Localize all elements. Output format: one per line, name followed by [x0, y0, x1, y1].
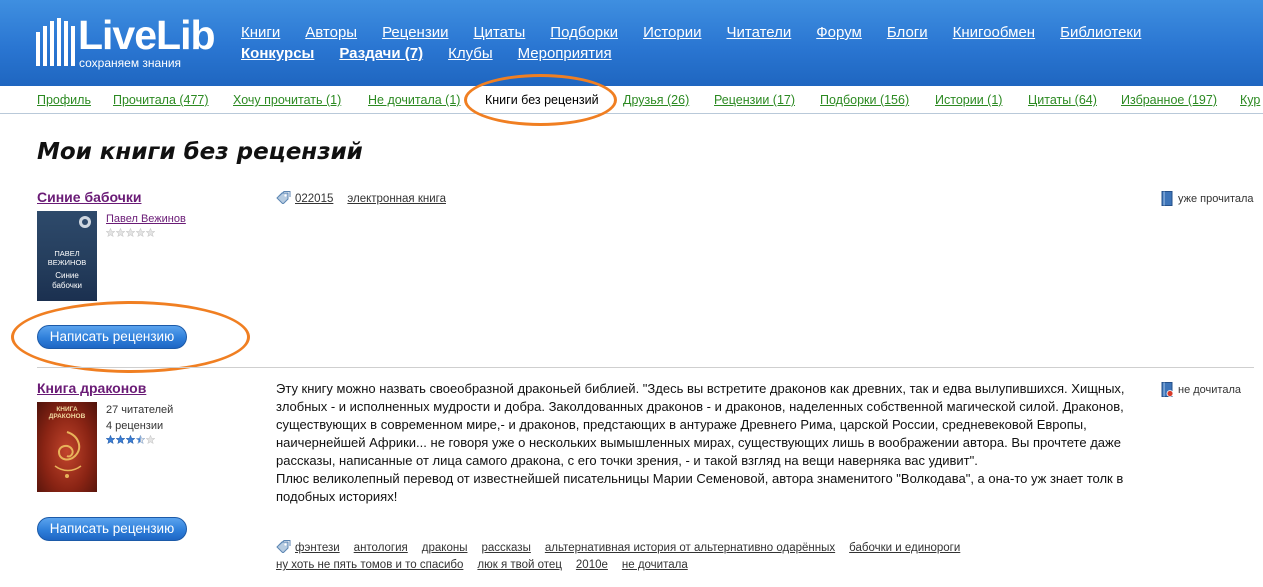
- book-status: не дочитала: [1161, 382, 1241, 397]
- star-empty-icon: [136, 228, 145, 237]
- cover-author-text: ПАВЕЛ ВЕЖИНОВ: [47, 249, 87, 267]
- book-entry: Книга драконов КНИГА ДРАКОНОВ 27 читател…: [0, 380, 1263, 585]
- tag-link[interactable]: фэнтези: [295, 542, 340, 554]
- book-not-finished-icon: [1161, 382, 1173, 397]
- book-cover[interactable]: ПАВЕЛ ВЕЖИНОВ Синие бабочки: [37, 211, 97, 301]
- book-description-paragraph: Эту книгу можно назвать своеобразной дра…: [276, 381, 1125, 468]
- tag-link[interactable]: антология: [354, 542, 408, 554]
- star-empty-icon: [116, 228, 125, 237]
- tag-link[interactable]: 022015: [295, 193, 333, 205]
- book-status-label: не дочитала: [1178, 383, 1241, 396]
- nav-quotes[interactable]: Цитаты: [473, 24, 525, 41]
- book-reviews-count: 4 рецензии: [106, 420, 164, 432]
- tags-icon: [276, 191, 291, 204]
- tag-link[interactable]: драконы: [422, 542, 468, 554]
- main-nav-row-2: Конкурсы Раздачи (7) Клубы Мероприятия: [241, 43, 1251, 64]
- book-cover[interactable]: КНИГА ДРАКОНОВ: [37, 402, 97, 492]
- rating-stars: [106, 228, 186, 237]
- livelib-logo[interactable]: LiveLib сохраняем знания: [36, 12, 216, 74]
- book-tags: 022015 электронная книга: [276, 191, 460, 208]
- subnav-profile[interactable]: Профиль: [37, 93, 91, 107]
- tag-link[interactable]: люк я твой отец: [477, 559, 562, 571]
- book-title-link[interactable]: Книга драконов: [37, 380, 146, 396]
- star-empty-icon: [146, 435, 155, 444]
- write-review-button[interactable]: Написать рецензию: [37, 325, 187, 349]
- tag-link[interactable]: ну хоть не пять томов и то спасибо: [276, 559, 463, 571]
- nav-clubs[interactable]: Клубы: [448, 45, 493, 62]
- tag-link[interactable]: электронная книга: [347, 193, 446, 205]
- nav-events[interactable]: Мероприятия: [518, 45, 612, 62]
- tag-link[interactable]: рассказы: [481, 542, 530, 554]
- star-full-icon: [116, 435, 125, 444]
- nav-giveaways[interactable]: Раздачи (7): [339, 45, 423, 62]
- subnav-favorites[interactable]: Избранное (197): [1121, 93, 1217, 107]
- subnav-not-finished[interactable]: Не дочитала (1): [368, 93, 460, 107]
- nav-libraries[interactable]: Библиотеки: [1060, 24, 1141, 41]
- tag-link[interactable]: не дочитала: [622, 559, 688, 571]
- publisher-badge-icon: [79, 216, 91, 228]
- book-readers-count: 27 читателей: [106, 404, 174, 416]
- cover-title-text: Синие бабочки: [52, 271, 82, 290]
- nav-books[interactable]: Книги: [241, 24, 280, 41]
- book-divider: [37, 367, 1254, 368]
- subnav-read[interactable]: Прочитала (477): [113, 93, 209, 107]
- book-author-link[interactable]: Павел Вежинов: [106, 213, 186, 225]
- book-description: Эту книгу можно назвать своеобразной дра…: [276, 380, 1146, 506]
- logo-tagline: сохраняем знания: [79, 56, 182, 70]
- nav-collections[interactable]: Подборки: [550, 24, 618, 41]
- star-full-icon: [106, 435, 115, 444]
- book-status: уже прочитала: [1161, 191, 1254, 206]
- subnav-stories[interactable]: Истории (1): [935, 93, 1002, 107]
- star-empty-icon: [126, 228, 135, 237]
- subnav-books-without-reviews[interactable]: Книги без рецензий: [485, 93, 599, 107]
- subnav-collections[interactable]: Подборки (156): [820, 93, 909, 107]
- star-half-icon: [136, 435, 145, 444]
- site-header: LiveLib сохраняем знания Книги Авторы Ре…: [0, 0, 1263, 86]
- tag-link[interactable]: бабочки и единороги: [849, 542, 960, 554]
- profile-subnav: Профиль Прочитала (477) Хочу прочитать (…: [0, 86, 1263, 114]
- subnav-more[interactable]: Кур: [1240, 93, 1260, 107]
- tag-link[interactable]: альтернативная история от альтернативно …: [545, 542, 835, 554]
- book-tags: фэнтези антология драконы рассказы альтернат…: [276, 540, 974, 574]
- book-meta: 27 читателей 4 рецензии: [106, 402, 173, 444]
- subnav-want-to-read[interactable]: Хочу прочитать (1): [233, 93, 341, 107]
- book-title-link[interactable]: Синие бабочки: [37, 189, 141, 205]
- nav-blogs[interactable]: Блоги: [887, 24, 928, 41]
- nav-authors[interactable]: Авторы: [305, 24, 357, 41]
- tag-link[interactable]: 2010е: [576, 559, 608, 571]
- nav-stories[interactable]: Истории: [643, 24, 701, 41]
- page-title: Мои книги без рецензий: [37, 139, 363, 165]
- book-meta: Павел Вежинов: [106, 211, 186, 237]
- star-empty-icon: [106, 228, 115, 237]
- main-nav: Книги Авторы Рецензии Цитаты Подборки Ис…: [241, 22, 1251, 64]
- nav-forum[interactable]: Форум: [816, 24, 862, 41]
- book-status-label: уже прочитала: [1178, 192, 1254, 205]
- tags-icon: [276, 540, 291, 553]
- subnav-friends[interactable]: Друзья (26): [623, 93, 689, 107]
- book-read-icon: [1161, 191, 1173, 206]
- nav-bookexchange[interactable]: Книгообмен: [953, 24, 1035, 41]
- subnav-reviews[interactable]: Рецензии (17): [714, 93, 795, 107]
- logo-wordmark: LiveLib: [78, 12, 216, 58]
- main-nav-row-1: Книги Авторы Рецензии Цитаты Подборки Ис…: [241, 22, 1251, 43]
- write-review-button[interactable]: Написать рецензию: [37, 517, 187, 541]
- star-empty-icon: [146, 228, 155, 237]
- rating-stars: [106, 435, 173, 444]
- subnav-quotes[interactable]: Цитаты (64): [1028, 93, 1097, 107]
- cover-title-text: КНИГА ДРАКОНОВ: [48, 406, 86, 420]
- book-description-paragraph: Плюс великолепный перевод от известнейше…: [276, 471, 1124, 504]
- nav-reviews[interactable]: Рецензии: [382, 24, 448, 41]
- nav-contests[interactable]: Конкурсы: [241, 45, 314, 62]
- nav-readers[interactable]: Читатели: [727, 24, 792, 41]
- book-entry: Синие бабочки ПАВЕЛ ВЕЖИНОВ Синие бабочк…: [0, 189, 1263, 364]
- logo-bars-icon: [36, 18, 75, 66]
- star-full-icon: [126, 435, 135, 444]
- dragon-cover-art-icon: [54, 431, 82, 478]
